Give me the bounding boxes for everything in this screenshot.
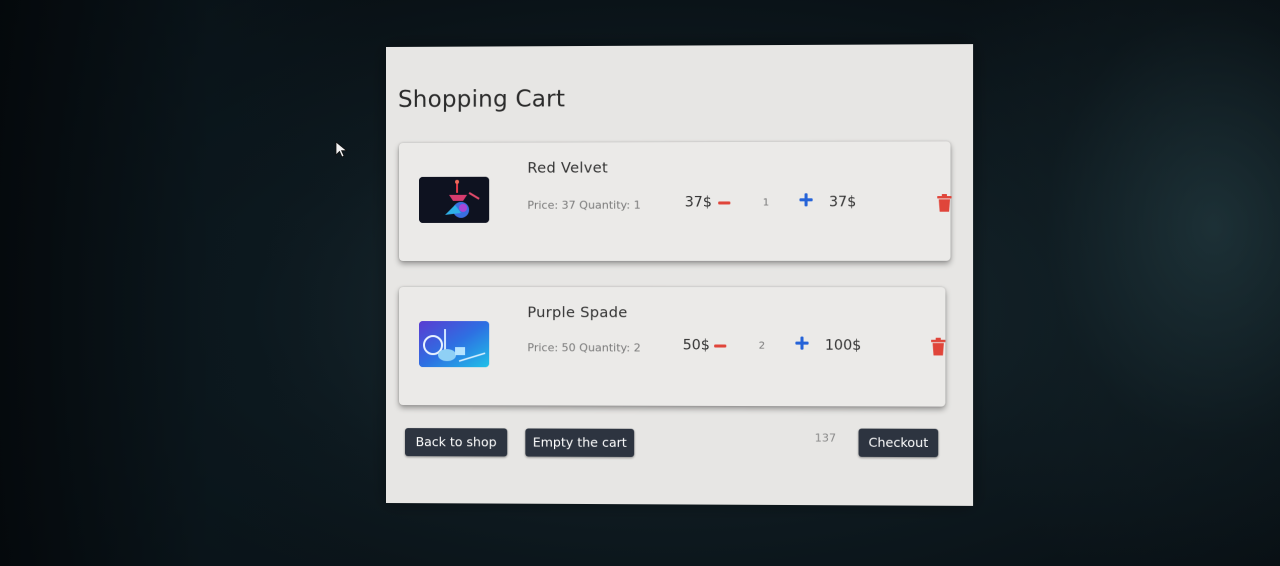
increase-quantity-button[interactable] — [799, 192, 813, 208]
cart-item: Red Velvet Price: 37 Quantity: 1 37$ 1 3… — [398, 141, 952, 261]
product-name: Purple Spade — [527, 305, 628, 322]
product-name: Red Velvet — [527, 160, 609, 177]
increase-quantity-button[interactable] — [795, 336, 809, 352]
cart-item: Purple Spade Price: 50 Quantity: 2 50$ 2… — [398, 287, 946, 407]
checkout-button[interactable]: Checkout — [858, 428, 939, 458]
decrease-quantity-button[interactable] — [714, 336, 728, 354]
product-image — [419, 176, 490, 223]
remove-item-button[interactable] — [937, 194, 952, 212]
cart-total: 137 — [814, 431, 837, 445]
shopping-cart-panel: Shopping Cart Red Velvet Price: 37 Quant… — [386, 44, 974, 506]
trash-icon — [937, 194, 952, 212]
quantity-field[interactable]: 1 — [744, 194, 789, 212]
product-price-quantity: Price: 37 Quantity: 1 — [527, 198, 641, 212]
remove-item-button[interactable] — [931, 337, 946, 356]
product-price-quantity: Price: 50 Quantity: 2 — [527, 341, 641, 355]
item-total: 100$ — [824, 337, 862, 354]
decrease-quantity-button[interactable] — [718, 193, 732, 211]
product-image — [419, 321, 490, 368]
item-total: 37$ — [828, 194, 857, 211]
unit-price: 50$ — [682, 337, 710, 354]
trash-icon — [931, 337, 946, 356]
quantity-field[interactable]: 2 — [739, 337, 784, 355]
page-title: Shopping Cart — [397, 86, 566, 113]
empty-cart-button[interactable]: Empty the cart — [525, 428, 635, 457]
mouse-cursor-icon — [335, 141, 349, 159]
unit-price: 37$ — [684, 194, 712, 211]
back-to-shop-button[interactable]: Back to shop — [404, 428, 508, 457]
background-vignette — [0, 0, 380, 566]
background-glow — [950, 0, 1280, 566]
